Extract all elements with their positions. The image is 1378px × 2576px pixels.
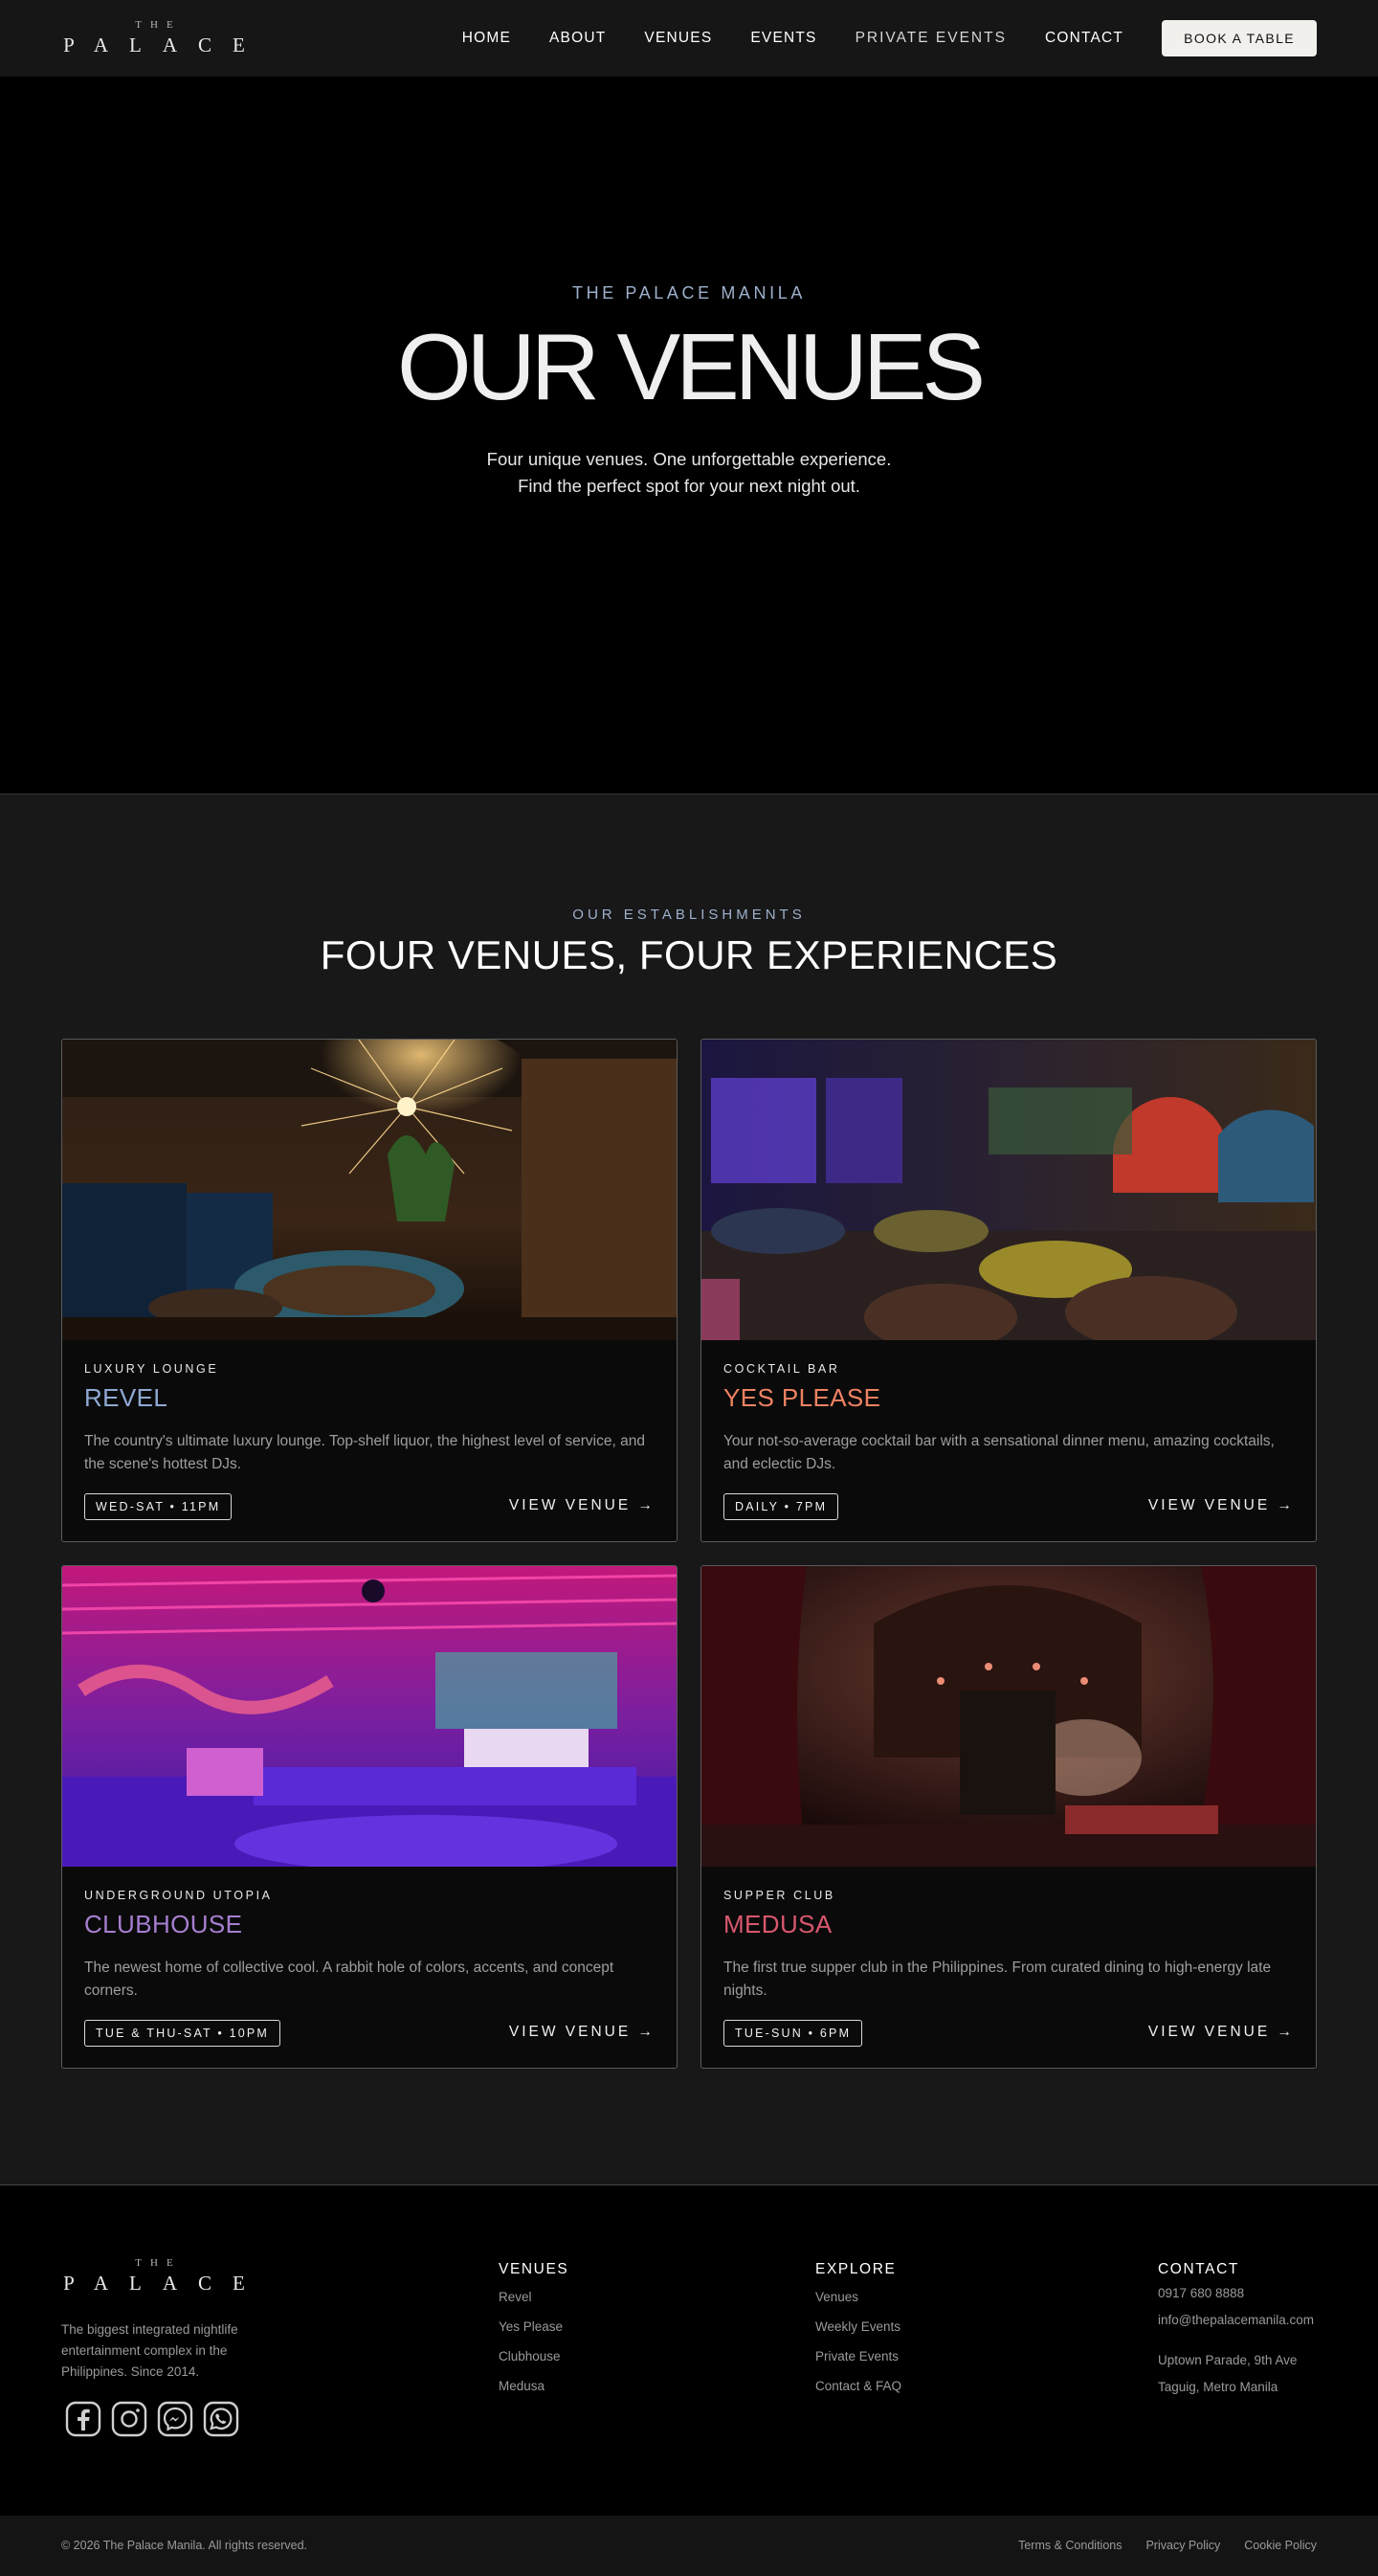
footer-link-weekly-events[interactable]: Weekly Events bbox=[815, 2318, 901, 2347]
venue-name[interactable]: MEDUSA bbox=[723, 1910, 833, 1939]
venue-card-clubhouse[interactable]: UNDERGROUND UTOPIA CLUBHOUSE The newest … bbox=[61, 1565, 678, 2069]
footer-explore-heading: EXPLORE bbox=[815, 2261, 897, 2277]
footer-contact-column: CONTACT 0917 680 8888 info@thepalacemani… bbox=[1158, 2261, 1314, 2405]
footer-tagline: The biggest integrated nightlife enterta… bbox=[61, 2322, 238, 2379]
nav-link-private-events[interactable]: PRIVATE EVENTS bbox=[856, 30, 1007, 47]
nav-link-contact[interactable]: CONTACT bbox=[1045, 30, 1123, 47]
nav-link-home[interactable]: HOME bbox=[462, 30, 511, 47]
social-links bbox=[65, 2401, 249, 2437]
venue-description: The first true supper club in the Philip… bbox=[723, 1960, 1272, 1999]
nav-link-about[interactable]: ABOUT bbox=[549, 30, 606, 47]
footer-explore-column: EXPLORE Venues Weekly Events Private Eve… bbox=[815, 2261, 901, 2407]
footer-logo[interactable]: THE PALACE bbox=[61, 2257, 247, 2296]
view-venue-link[interactable]: VIEW VENUE → bbox=[509, 1497, 656, 1514]
top-navigation: THE PALACE HOME ABOUT VENUES EVENTS PRIV… bbox=[0, 0, 1378, 77]
nav-link-venues[interactable]: VENUES bbox=[644, 30, 712, 47]
venues-section: OUR ESTABLISHMENTS FOUR VENUES, FOUR EXP… bbox=[0, 795, 1378, 2184]
facebook-icon[interactable] bbox=[65, 2401, 101, 2437]
footer-venues-column: VENUES Revel Yes Please Clubhouse Medusa bbox=[499, 2261, 568, 2407]
cookie-link[interactable]: Cookie Policy bbox=[1244, 2539, 1317, 2552]
footer-link-contact-faq[interactable]: Contact & FAQ bbox=[815, 2377, 901, 2407]
terms-link[interactable]: Terms & Conditions bbox=[1018, 2539, 1122, 2552]
whatsapp-icon[interactable] bbox=[203, 2401, 239, 2437]
instagram-icon[interactable] bbox=[111, 2401, 147, 2437]
venue-hours-badge: TUE & THU-SAT • 10PM bbox=[84, 2020, 281, 2047]
hero-subtitle-line-1: Four unique venues. One unforgettable ex… bbox=[486, 449, 892, 469]
footer-link-medusa[interactable]: Medusa bbox=[499, 2377, 568, 2407]
venue-name[interactable]: REVEL bbox=[84, 1383, 167, 1413]
venue-category: LUXURY LOUNGE bbox=[84, 1362, 219, 1376]
footer-link-private-events[interactable]: Private Events bbox=[815, 2347, 901, 2377]
venue-image-medusa bbox=[701, 1566, 1316, 1867]
section-eyebrow: OUR ESTABLISHMENTS bbox=[572, 907, 806, 923]
venue-image-revel bbox=[62, 1040, 677, 1340]
venue-description: The country's ultimate luxury lounge. To… bbox=[84, 1433, 645, 1472]
nav-link-events[interactable]: EVENTS bbox=[750, 30, 816, 47]
section-title: FOUR VENUES, FOUR EXPERIENCES bbox=[320, 932, 1058, 977]
logo-palace-text: PALACE bbox=[63, 2272, 266, 2295]
footer-link-venues[interactable]: Venues bbox=[815, 2288, 901, 2318]
venue-card-medusa[interactable]: SUPPER CLUB MEDUSA The first true supper… bbox=[700, 1565, 1317, 2069]
logo-palace-text: PALACE bbox=[63, 34, 266, 56]
copyright-text: © 2026 The Palace Manila. All rights res… bbox=[61, 2539, 308, 2552]
venue-description: Your not-so-average cocktail bar with a … bbox=[723, 1433, 1275, 1472]
view-venue-link[interactable]: VIEW VENUE → bbox=[1148, 1497, 1295, 1514]
palace-logo[interactable]: THE PALACE bbox=[61, 19, 247, 57]
view-venue-link[interactable]: VIEW VENUE → bbox=[1148, 2024, 1295, 2041]
footer-address-line-2: Taguig, Metro Manila bbox=[1158, 2380, 1278, 2394]
footer: THE PALACE The biggest integrated nightl… bbox=[0, 2184, 1378, 2516]
logo-the-text: THE bbox=[135, 19, 182, 31]
book-a-table-button[interactable]: BOOK A TABLE bbox=[1162, 20, 1317, 56]
privacy-link[interactable]: Privacy Policy bbox=[1145, 2539, 1220, 2552]
venue-category: SUPPER CLUB bbox=[723, 1889, 835, 1902]
venue-card-yes-please[interactable]: COCKTAIL BAR YES PLEASE Your not-so-aver… bbox=[700, 1039, 1317, 1542]
view-venue-link[interactable]: VIEW VENUE → bbox=[509, 2024, 656, 2041]
venue-image-clubhouse bbox=[62, 1566, 677, 1867]
footer-link-revel[interactable]: Revel bbox=[499, 2288, 568, 2318]
footer-contact-heading: CONTACT bbox=[1158, 2261, 1239, 2277]
hero-section: THE PALACE MANILA OUR VENUES Four unique… bbox=[0, 77, 1378, 795]
venue-hours-badge: DAILY • 7PM bbox=[723, 1493, 839, 1520]
venue-hours-badge: WED-SAT • 11PM bbox=[84, 1493, 233, 1520]
venue-category: COCKTAIL BAR bbox=[723, 1362, 840, 1376]
footer-link-yes-please[interactable]: Yes Please bbox=[499, 2318, 568, 2347]
footer-address-line-1: Uptown Parade, 9th Ave bbox=[1158, 2353, 1298, 2367]
venue-description: The newest home of collective cool. A ra… bbox=[84, 1960, 614, 1999]
venue-hours-badge: TUE-SUN • 6PM bbox=[723, 2020, 863, 2047]
hero-title: OUR VENUES bbox=[397, 314, 986, 419]
footer-phone[interactable]: 0917 680 8888 bbox=[1158, 2284, 1314, 2311]
venue-image-yes-please bbox=[701, 1040, 1316, 1340]
messenger-icon[interactable] bbox=[157, 2401, 193, 2437]
nav-links: HOME ABOUT VENUES EVENTS PRIVATE EVENTS … bbox=[424, 20, 1317, 56]
venue-name[interactable]: CLUBHOUSE bbox=[84, 1910, 242, 1939]
hero-subtitle: Four unique venues. One unforgettable ex… bbox=[0, 446, 1378, 500]
hero-subtitle-line-2: Find the perfect spot for your next nigh… bbox=[518, 476, 860, 496]
footer-email[interactable]: info@thepalacemanila.com bbox=[1158, 2311, 1314, 2338]
footer-link-clubhouse[interactable]: Clubhouse bbox=[499, 2347, 568, 2377]
venue-card-revel[interactable]: LUXURY LOUNGE REVEL The country's ultima… bbox=[61, 1039, 678, 1542]
footer-venues-heading: VENUES bbox=[499, 2261, 569, 2277]
venue-name[interactable]: YES PLEASE bbox=[723, 1383, 880, 1413]
legal-links: Terms & Conditions Privacy Policy Cookie… bbox=[994, 2539, 1317, 2552]
logo-the-text: THE bbox=[135, 2257, 182, 2269]
footer-bottom-bar: © 2026 The Palace Manila. All rights res… bbox=[0, 2516, 1378, 2576]
venue-category: UNDERGROUND UTOPIA bbox=[84, 1889, 273, 1902]
hero-eyebrow: THE PALACE MANILA bbox=[572, 283, 806, 302]
